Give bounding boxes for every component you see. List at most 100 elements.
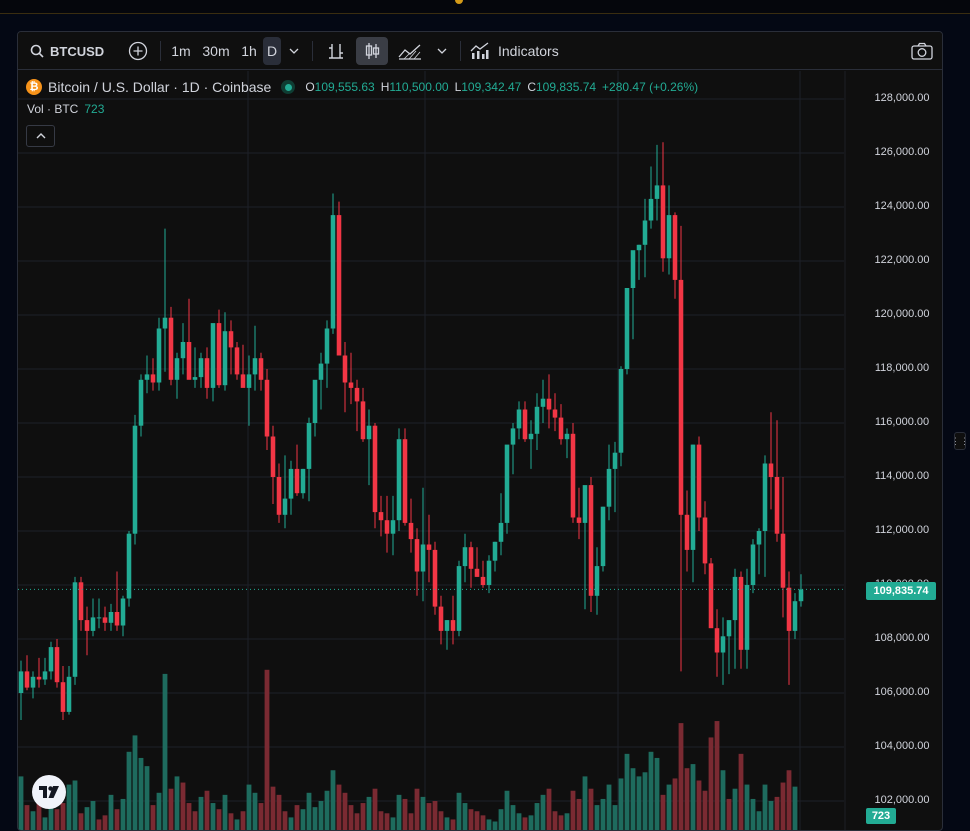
candle-body: [331, 215, 336, 328]
chart-type-dropdown[interactable]: [432, 37, 452, 65]
volume-bar: [145, 766, 150, 831]
interval-d[interactable]: D: [263, 37, 281, 65]
market-status-icon[interactable]: [281, 80, 295, 94]
price-change: +280.47 (+0.26%): [602, 80, 698, 94]
close-value: C109,835.74: [527, 80, 596, 94]
open-value: O109,555.63: [305, 80, 374, 94]
candle-body: [703, 518, 708, 564]
interval-1h-label: 1h: [241, 43, 257, 59]
volume-bar: [55, 809, 60, 831]
candle-body: [667, 215, 672, 258]
volume-bar: [745, 785, 750, 831]
volume-bar: [523, 817, 528, 831]
candle-body: [799, 589, 804, 601]
interval-dropdown[interactable]: [284, 37, 304, 65]
candle-body: [37, 677, 42, 680]
volume-bar: [451, 819, 456, 831]
volume-bar: [481, 815, 486, 831]
volume-bar: [565, 813, 570, 831]
volume-bar: [127, 752, 132, 831]
candle-body: [481, 577, 486, 585]
volume-bar: [439, 811, 444, 831]
interval-1m[interactable]: 1m: [168, 37, 194, 65]
candle-body: [661, 185, 666, 258]
volume-bar: [769, 801, 774, 831]
close-label: C: [527, 80, 536, 94]
volume-bar: [181, 783, 186, 831]
candle-body: [709, 563, 714, 628]
candle-body: [19, 671, 24, 693]
volume-bar: [679, 723, 684, 831]
volume-value: 723: [84, 102, 104, 116]
candles-chart-type-button[interactable]: [356, 37, 388, 65]
interval-1h[interactable]: 1h: [238, 37, 260, 65]
compare-symbol-button[interactable]: [126, 37, 150, 65]
candle-body: [559, 418, 564, 440]
candle-body: [343, 356, 348, 383]
candle-body: [739, 577, 744, 650]
volume-bar: [307, 793, 312, 831]
symbol-title: Bitcoin / U.S. Dollar · 1D · Coinbase: [48, 79, 271, 95]
candle-body: [127, 534, 132, 599]
volume-bar: [25, 805, 30, 831]
candle-body: [673, 215, 678, 280]
candlestick-chart[interactable]: [18, 71, 942, 831]
collapse-legend-button[interactable]: [26, 125, 55, 147]
interval-30m[interactable]: 30m: [200, 37, 232, 65]
volume-bar: [553, 811, 558, 831]
volume-bar: [793, 787, 798, 831]
search-icon: [30, 44, 44, 58]
candle-body: [655, 185, 660, 199]
candles-icon: [363, 42, 381, 60]
volume-bar: [199, 797, 204, 831]
area-chart-type-button[interactable]: [394, 37, 426, 65]
candle-body: [487, 561, 492, 585]
volume-bar: [43, 817, 48, 831]
candle-body: [355, 388, 360, 402]
candle-body: [25, 671, 30, 687]
volume-bar: [727, 799, 732, 831]
candle-body: [169, 318, 174, 380]
chart-legend: ₿ Bitcoin / U.S. Dollar · 1D · Coinbase …: [26, 77, 698, 97]
volume-bar: [319, 801, 324, 831]
candle-body: [325, 329, 330, 364]
candle-body: [61, 682, 66, 712]
snapshot-button[interactable]: [908, 37, 936, 65]
volume-bar: [571, 791, 576, 831]
volume-bar: [547, 789, 552, 831]
volume-bar: [493, 822, 498, 831]
price-axis-label: 116,000.00: [862, 416, 942, 428]
volume-bar: [265, 670, 270, 831]
indicators-button[interactable]: Indicators: [470, 37, 570, 65]
candle-body: [421, 545, 426, 572]
tradingview-logo-icon[interactable]: [32, 775, 66, 809]
bar-chart-type-button[interactable]: [322, 37, 350, 65]
candle-body: [301, 469, 306, 493]
open-number: 109,555.63: [315, 80, 375, 94]
volume-bar: [247, 785, 252, 831]
candle-body: [691, 445, 696, 550]
candle-body: [379, 512, 384, 520]
candle-body: [511, 428, 516, 444]
candle-body: [775, 477, 780, 534]
candle-body: [199, 358, 204, 377]
volume-bar: [625, 754, 630, 831]
candle-body: [385, 520, 390, 534]
candle-body: [163, 318, 168, 329]
price-axis-label: 108,000.00: [862, 632, 942, 644]
symbol-search-button[interactable]: BTCUSD: [26, 37, 116, 65]
candle-body: [145, 374, 150, 379]
candle-body: [55, 647, 60, 682]
volume-bar: [403, 799, 408, 831]
candle-body: [505, 445, 510, 523]
chevron-up-icon: [36, 133, 46, 139]
candle-body: [727, 620, 732, 636]
candle-body: [547, 399, 552, 410]
volume-bar: [583, 776, 588, 831]
side-panel-handle[interactable]: ⋮⋮: [954, 432, 966, 450]
volume-bar: [211, 803, 216, 831]
candle-body: [409, 523, 414, 539]
volume-bar: [85, 807, 90, 831]
price-axis-label: 114,000.00: [862, 470, 942, 482]
candle-body: [769, 464, 774, 478]
